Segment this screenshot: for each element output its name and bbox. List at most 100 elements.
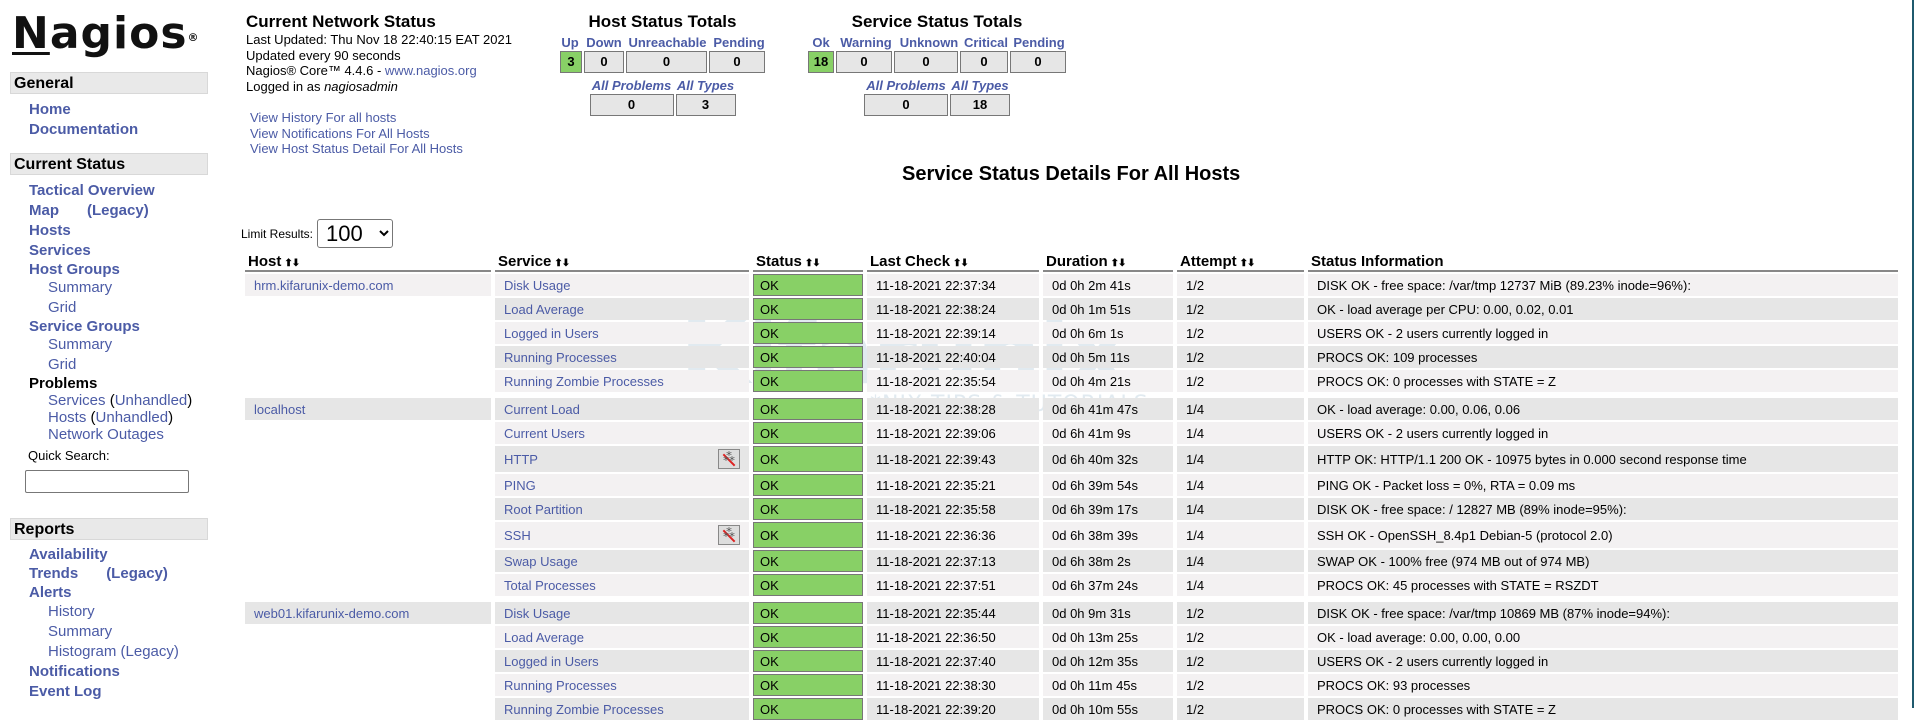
notifications-disabled-icon[interactable] (718, 525, 740, 545)
service-count-unknown[interactable]: 0 (894, 51, 958, 73)
nav-trends[interactable]: Trends (29, 565, 78, 582)
nav-servicegroup-grid[interactable]: Grid (48, 356, 76, 373)
service-link[interactable]: Current Load (504, 402, 580, 417)
nav-trends-legacy[interactable]: (Legacy) (106, 565, 168, 582)
service-link[interactable]: PING (504, 478, 536, 493)
nav-tactical-overview[interactable]: Tactical Overview (29, 182, 155, 199)
col-duration[interactable]: Duration ⬆⬇ (1043, 250, 1173, 272)
nav-problem-services[interactable]: Services (48, 392, 106, 409)
host-count-up[interactable]: 3 (560, 51, 582, 73)
nav-alerts[interactable]: Alerts (29, 584, 72, 601)
service-link[interactable]: Load Average (504, 630, 584, 645)
nav-alerts-history[interactable]: History (48, 603, 95, 620)
notifications-disabled-icon[interactable] (718, 449, 740, 469)
nav-problem-services-unhandled[interactable]: Unhandled (115, 392, 188, 409)
service-label-pending[interactable]: Pending (1012, 34, 1066, 51)
col-service[interactable]: Service ⬆⬇ (495, 250, 749, 272)
service-link[interactable]: Disk Usage (504, 278, 570, 293)
host-label-pending[interactable]: Pending (711, 34, 767, 51)
service-link[interactable]: Root Partition (504, 502, 583, 517)
service-count-all-types[interactable]: 18 (950, 94, 1010, 116)
host-label-all-types[interactable]: All Types (676, 77, 736, 94)
service-label-all-problems[interactable]: All Problems (864, 77, 948, 94)
nav-notifications[interactable]: Notifications (29, 663, 120, 680)
host-label-unreachable[interactable]: Unreachable (626, 34, 709, 51)
status-badge: OK (753, 522, 863, 548)
host-count-unreachable[interactable]: 0 (626, 51, 707, 73)
service-link[interactable]: Running Zombie Processes (504, 702, 664, 717)
service-count-warning[interactable]: 0 (836, 51, 892, 73)
service-label-warning[interactable]: Warning (836, 34, 896, 51)
sort-arrows-icon[interactable]: ⬆⬇ (805, 258, 821, 269)
host-label-down[interactable]: Down (584, 34, 624, 51)
nav-documentation[interactable]: Documentation (29, 121, 138, 138)
nav-servicegroup-summary[interactable]: Summary (48, 336, 112, 353)
service-link[interactable]: HTTP (504, 452, 538, 467)
host-label-up[interactable]: Up (558, 34, 582, 51)
service-link[interactable]: Disk Usage (504, 606, 570, 621)
col-host[interactable]: Host ⬆⬇ (245, 250, 491, 272)
nav-service-groups[interactable]: Service Groups (29, 318, 140, 335)
view-history-link[interactable]: View History For all hosts (250, 110, 512, 126)
service-label-critical[interactable]: Critical (962, 34, 1010, 51)
service-count-all-problems[interactable]: 0 (864, 94, 948, 116)
nav-hosts[interactable]: Hosts (29, 222, 71, 239)
service-link[interactable]: Current Users (504, 426, 585, 441)
service-link[interactable]: Running Processes (504, 350, 617, 365)
nagios-logo[interactable]: Nagios® (12, 10, 200, 58)
nav-alerts-summary[interactable]: Summary (48, 623, 112, 640)
service-link[interactable]: Running Zombie Processes (504, 374, 664, 389)
nav-home[interactable]: Home (29, 101, 71, 118)
service-link[interactable]: Swap Usage (504, 554, 578, 569)
nagios-org-link[interactable]: www.nagios.org (385, 63, 477, 78)
nav-network-outages[interactable]: Network Outages (48, 426, 164, 443)
limit-results-label: Limit Results: (241, 226, 314, 241)
nav-availability[interactable]: Availability (29, 546, 108, 563)
host-count-all-problems[interactable]: 0 (589, 94, 674, 116)
nav-map[interactable]: Map (29, 202, 59, 219)
nav-alerts-histogram[interactable]: Histogram (Legacy) (48, 643, 179, 660)
host-count-all-types[interactable]: 3 (675, 94, 736, 116)
quick-search-input[interactable] (25, 470, 189, 493)
service-link[interactable]: Total Processes (504, 578, 596, 593)
service-link[interactable]: Running Processes (504, 678, 617, 693)
sort-arrows-icon[interactable]: ⬆⬇ (284, 258, 300, 269)
service-label-all-types[interactable]: All Types (950, 77, 1010, 94)
status-info-cell: PROCS OK: 0 processes with STATE = Z (1308, 698, 1898, 720)
nav-host-groups[interactable]: Host Groups (29, 261, 120, 278)
service-count-pending[interactable]: 0 (1010, 51, 1066, 73)
nav-hostgroup-grid[interactable]: Grid (48, 299, 76, 316)
col-status[interactable]: Status ⬆⬇ (753, 250, 863, 272)
host-link[interactable]: web01.kifarunix-demo.com (254, 606, 409, 621)
nav-map-legacy[interactable]: (Legacy) (87, 202, 149, 219)
service-link[interactable]: Logged in Users (504, 326, 599, 341)
sort-arrows-icon[interactable]: ⬆⬇ (953, 258, 969, 269)
sort-arrows-icon[interactable]: ⬆⬇ (1111, 258, 1127, 269)
nav-services[interactable]: Services (29, 242, 91, 259)
col-last-check[interactable]: Last Check ⬆⬇ (867, 250, 1039, 272)
service-link[interactable]: Logged in Users (504, 654, 599, 669)
service-link[interactable]: SSH (504, 528, 531, 543)
service-label-ok[interactable]: Ok (808, 34, 834, 51)
view-notifications-link[interactable]: View Notifications For All Hosts (250, 126, 512, 142)
host-label-all-problems[interactable]: All Problems (590, 77, 674, 94)
host-count-down[interactable]: 0 (584, 51, 624, 73)
service-link[interactable]: Load Average (504, 302, 584, 317)
status-badge: OK (753, 398, 863, 420)
sort-arrows-icon[interactable]: ⬆⬇ (1240, 258, 1256, 269)
view-host-status-link[interactable]: View Host Status Detail For All Hosts (250, 141, 512, 157)
service-count-critical[interactable]: 0 (960, 51, 1008, 73)
service-count-ok[interactable]: 18 (808, 51, 834, 73)
host-link[interactable]: localhost (254, 402, 305, 417)
service-label-unknown[interactable]: Unknown (898, 34, 960, 51)
nav-problem-hosts[interactable]: Hosts (48, 409, 86, 426)
nav-problem-hosts-unhandled[interactable]: Unhandled (96, 409, 169, 426)
nav-event-log[interactable]: Event Log (29, 683, 102, 700)
sort-arrows-icon[interactable]: ⬆⬇ (554, 258, 570, 269)
host-link[interactable]: hrm.kifarunix-demo.com (254, 278, 393, 293)
nav-hostgroup-summary[interactable]: Summary (48, 279, 112, 296)
col-attempt[interactable]: Attempt ⬆⬇ (1177, 250, 1304, 272)
host-count-pending[interactable]: 0 (709, 51, 765, 73)
limit-results-select[interactable]: 100 (317, 219, 394, 248)
status-badge: OK (753, 674, 863, 696)
